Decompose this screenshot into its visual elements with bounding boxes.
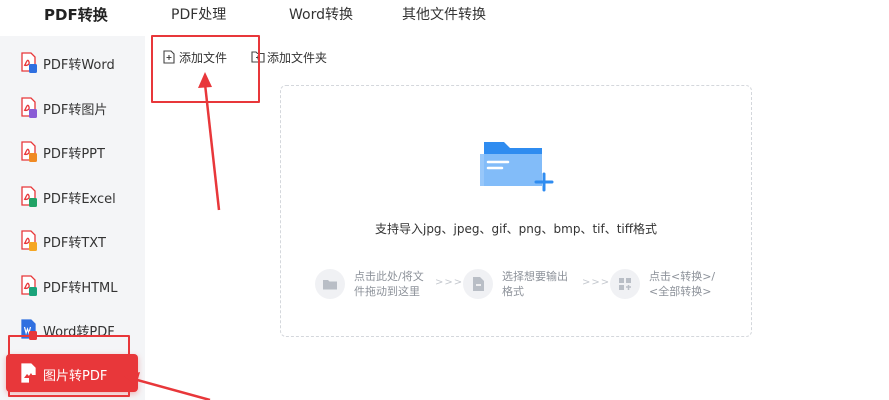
add-file-button[interactable]: 添加文件 [163, 48, 235, 68]
image-file-icon [21, 363, 37, 384]
add-folder-button[interactable]: 添加文件夹 [251, 48, 331, 68]
file-drop-zone[interactable]: 支持导入jpg、jpeg、gif、png、bmp、tif、tiff格式 点击此处… [280, 85, 752, 337]
sidebar-item-pdf-to-image[interactable]: PDF转图片 [6, 88, 138, 126]
sidebar-item-label: PDF转图片 [43, 103, 108, 118]
sidebar-item-label: PDF转PPT [43, 147, 105, 162]
word-file-icon [21, 319, 37, 340]
sidebar-item-label: PDF转Word [43, 58, 115, 73]
add-folder-icon [251, 51, 265, 63]
sidebar-item-pdf-to-word[interactable]: PDF转Word [6, 43, 138, 81]
step-1-folder-icon [315, 269, 345, 299]
supported-formats-text: 支持导入jpg、jpeg、gif、png、bmp、tif、tiff格式 [374, 222, 658, 236]
add-folder-label: 添加文件夹 [267, 51, 328, 65]
step-2-file-icon [463, 269, 493, 299]
sidebar-item-label: 图片转PDF [43, 369, 108, 384]
step-chevron-icon: >>> [435, 277, 464, 288]
sidebar-item-pdf-to-html[interactable]: PDF转HTML [6, 266, 138, 304]
top-nav: PDF转换 PDF处理 Word转换 其他文件转换 [0, 0, 889, 36]
tab-pdf-convert[interactable]: PDF转换 [44, 4, 108, 25]
step-3-text: 点击<转换>/ <全部转换> [649, 270, 716, 298]
sidebar-item-pdf-to-ppt[interactable]: PDF转PPT [6, 132, 138, 170]
sidebar-item-pdf-to-txt[interactable]: PDF转TXT [6, 221, 138, 259]
sidebar-item-label: PDF转Excel [43, 192, 116, 207]
tab-other-convert[interactable]: 其他文件转换 [402, 4, 486, 24]
add-file-icon [163, 50, 175, 64]
sidebar-item-pdf-to-excel[interactable]: PDF转Excel [6, 177, 138, 215]
pdf-file-icon [21, 186, 37, 207]
pdf-file-icon [21, 52, 37, 73]
step-chevron-icon: >>> [582, 277, 611, 288]
add-file-label: 添加文件 [179, 51, 228, 65]
tab-word-convert[interactable]: Word转换 [289, 4, 353, 24]
sidebar-item-label: PDF转HTML [43, 281, 118, 296]
step-2-text: 选择想要输出 格式 [502, 270, 568, 298]
pdf-file-icon [21, 97, 37, 118]
main-panel: 添加文件 添加文件夹 支持导入jpg、jpeg、gif、png、bmp、tif、… [145, 36, 889, 400]
sidebar-item-label: PDF转TXT [43, 236, 106, 251]
step-3-convert-icon [610, 269, 640, 299]
sidebar-item-label: Word转PDF [43, 325, 115, 340]
step-1-text: 点击此处/将文 件拖动到这里 [354, 270, 424, 298]
sidebar: PDF转Word PDF转图片 PDF转PPT PDF转Excel PDF转TX… [0, 36, 145, 400]
pdf-file-icon [21, 275, 37, 296]
sidebar-item-word-to-pdf[interactable]: Word转PDF [6, 310, 138, 348]
tab-pdf-process[interactable]: PDF处理 [171, 4, 226, 24]
pdf-file-icon [21, 230, 37, 251]
folder-add-icon [480, 142, 554, 192]
pdf-file-icon [21, 141, 37, 162]
sidebar-item-image-to-pdf[interactable]: 图片转PDF [6, 354, 138, 392]
